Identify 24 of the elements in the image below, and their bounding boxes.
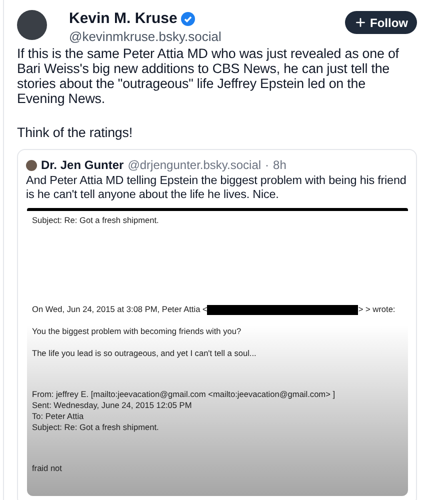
email-header-line: Subject: Re: Got a fresh shipment. [32,422,160,433]
author-handle[interactable]: @kevinmkruse.bsky.social [69,28,222,45]
email-header-line: To: Peter Attia [32,411,85,422]
email-header-line: From: jeffrey E. [mailto:jeevacation@gmail.com <mailto:jeevacation@gmail.com> ] [32,389,336,400]
quote-card[interactable] [17,149,417,500]
plus-icon [354,16,367,29]
separator: · [265,158,270,172]
email-body: fraid not [32,463,63,474]
quote-time: 8h [273,158,286,172]
avatar[interactable] [17,10,47,40]
author-name[interactable]: Kevin M. Kruse [69,10,178,28]
follow-button[interactable]: Follow [345,11,417,34]
quote-author-handle: @drjengunter.bsky.social [128,158,262,172]
quote-avatar [26,160,37,170]
post-text: If this is the same Peter Attia MD who was just revealed as one of Bari Weiss's big new additions to CBS News, he can just tell the stories about the "outrageous" life Jeffrey Epstein led on the Evening News. [17,46,400,106]
email-reply-header: On Wed, Jun 24, 2015 at 3:08 PM, Peter Attia < [32,304,208,315]
post-text: Think of the ratings! [17,125,134,140]
email-header-line: Sent: Wednesday, June 24, 2015 12:05 PM [32,400,193,411]
email-line: You the biggest problem with becoming friends with you? [32,326,242,337]
email-line: The life you lead is so outrageous, and yet I can't tell a soul... [32,348,258,359]
email-subject: Subject: Re: Got a fresh shipment. [32,215,160,226]
quote-text: And Peter Attia MD telling Epstein the biggest problem with being his friend is he can't tell anyone about the life he lives. Nice. [26,174,408,202]
email-reply-header: > > wrote: [358,304,396,315]
quote-author-name: Dr. Jen Gunter [41,158,124,172]
